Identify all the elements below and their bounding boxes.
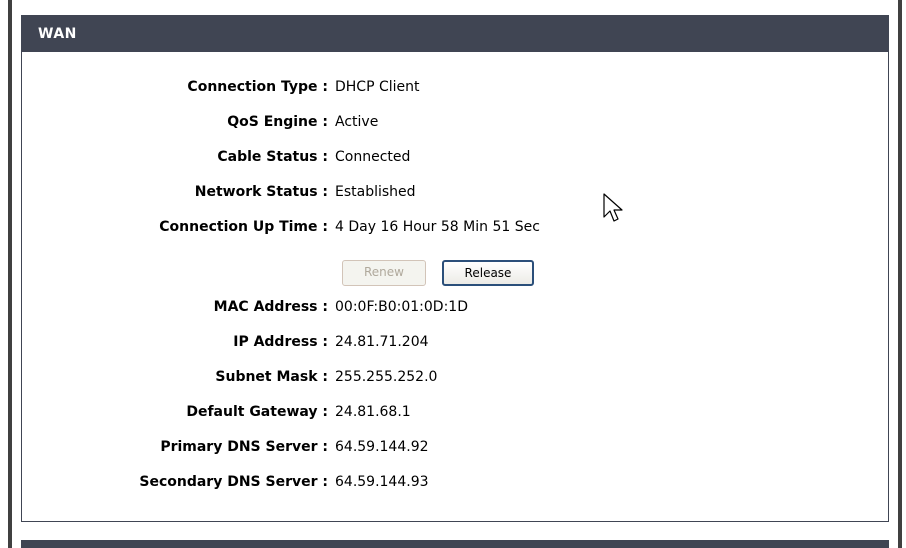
mac-address-value: 00:0F:B0:01:0D:1D (335, 299, 468, 315)
left-frame-border (8, 0, 12, 548)
ip-address-value: 24.81.71.204 (335, 334, 429, 350)
connection-type-label: Connection Type : (187, 79, 328, 95)
network-status-row: Network Status : Established (22, 175, 888, 209)
default-gateway-label: Default Gateway : (186, 404, 328, 420)
secondary-dns-value: 64.59.144.93 (335, 474, 429, 490)
cable-status-value: Connected (335, 149, 411, 165)
subnet-mask-row: Subnet Mask : 255.255.252.0 (22, 360, 888, 394)
mouse-pointer-icon (603, 193, 623, 222)
connection-type-row: Connection Type : DHCP Client (22, 70, 888, 104)
dhcp-buttons-row: Renew Release (22, 255, 888, 289)
ip-address-row: IP Address : 24.81.71.204 (22, 325, 888, 359)
network-status-label: Network Status : (194, 184, 328, 200)
connection-up-time-value: 4 Day 16 Hour 58 Min 51 Sec (335, 219, 540, 235)
primary-dns-value: 64.59.144.92 (335, 439, 429, 455)
release-button[interactable]: Release (442, 260, 534, 286)
cable-status-label: Cable Status : (217, 149, 328, 165)
ip-address-label: IP Address : (233, 334, 328, 350)
default-gateway-row: Default Gateway : 24.81.68.1 (22, 395, 888, 429)
network-status-value: Established (335, 184, 416, 200)
secondary-dns-label: Secondary DNS Server : (139, 474, 328, 490)
renew-button[interactable]: Renew (342, 260, 426, 286)
subnet-mask-value: 255.255.252.0 (335, 369, 438, 385)
qos-engine-label: QoS Engine : (227, 114, 328, 130)
wan-panel: WAN Connection Type : DHCP Client QoS En… (21, 15, 889, 522)
mac-address-row: MAC Address : 00:0F:B0:01:0D:1D (22, 290, 888, 324)
next-panel-header (21, 540, 889, 548)
connection-up-time-row: Connection Up Time : 4 Day 16 Hour 58 Mi… (22, 210, 888, 244)
qos-engine-value: Active (335, 114, 379, 130)
wan-panel-header: WAN (22, 16, 888, 52)
default-gateway-value: 24.81.68.1 (335, 404, 411, 420)
connection-up-time-label: Connection Up Time : (159, 219, 328, 235)
subnet-mask-label: Subnet Mask : (215, 369, 328, 385)
mac-address-label: MAC Address : (213, 299, 328, 315)
connection-type-value: DHCP Client (335, 79, 420, 95)
primary-dns-row: Primary DNS Server : 64.59.144.92 (22, 430, 888, 464)
right-frame-border (898, 0, 902, 548)
cable-status-row: Cable Status : Connected (22, 140, 888, 174)
secondary-dns-row: Secondary DNS Server : 64.59.144.93 (22, 465, 888, 499)
qos-engine-row: QoS Engine : Active (22, 105, 888, 139)
primary-dns-label: Primary DNS Server : (160, 439, 328, 455)
